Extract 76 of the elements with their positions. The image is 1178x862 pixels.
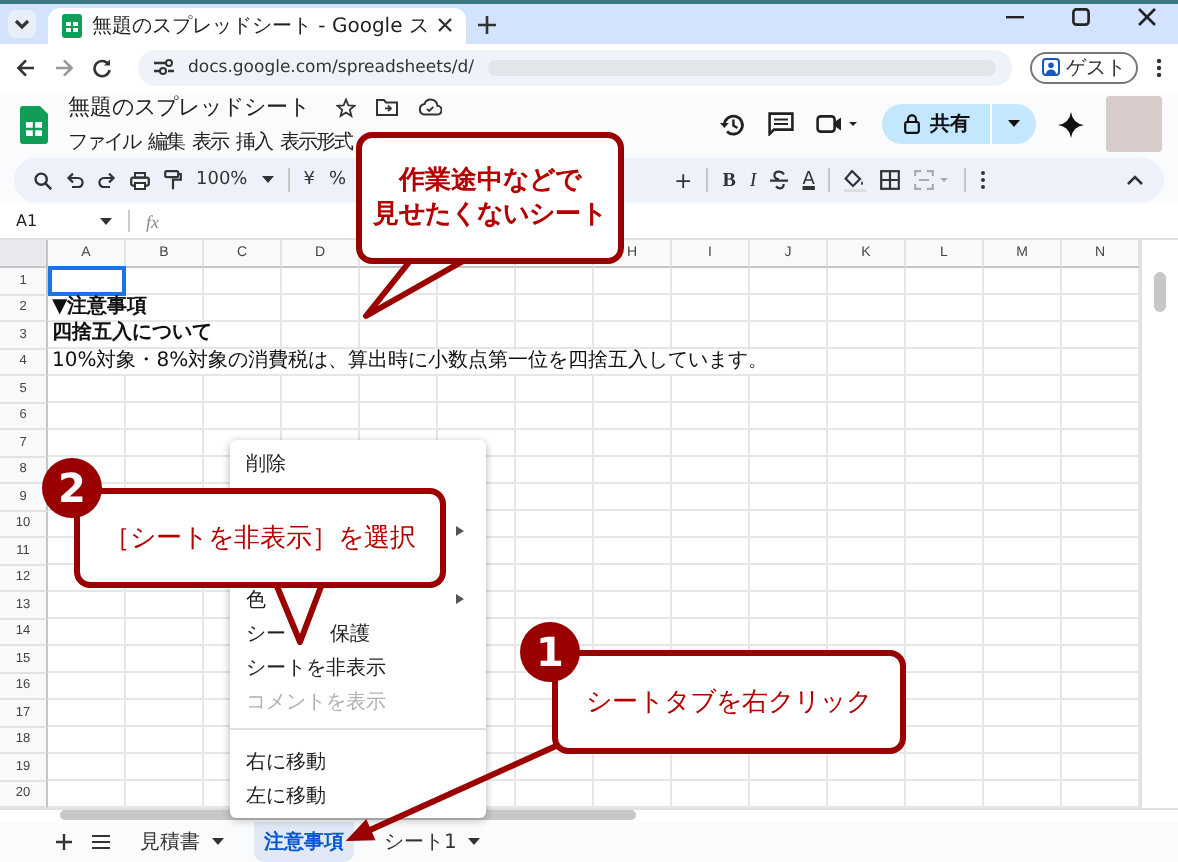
profile-button[interactable]: ゲスト [1030, 51, 1138, 84]
cell-text: ▼注意事項 [52, 295, 148, 320]
menu-item[interactable]: 表示 [192, 128, 228, 157]
folder-icon[interactable] [376, 98, 398, 117]
fill-color-icon[interactable] [844, 169, 867, 192]
menu-item[interactable]: 表示形式 [280, 128, 352, 157]
lock-icon [904, 114, 920, 135]
italic-button[interactable]: I [749, 169, 757, 192]
bold-button[interactable]: B [722, 169, 736, 192]
menu-item[interactable]: 左に移動 [246, 781, 326, 809]
callout-text: ［シートを非表示］を選択 [104, 521, 416, 555]
sheet-tab[interactable]: 見積書 [130, 821, 234, 862]
callout-text: シートタブを右クリック [586, 685, 872, 719]
caret-icon[interactable] [261, 176, 274, 185]
menu-item[interactable]: 保護 [330, 619, 370, 647]
function-label: fx [146, 211, 159, 232]
sheets-icon [62, 13, 82, 38]
strikethrough-icon[interactable] [770, 170, 789, 191]
paint-format-icon[interactable] [164, 170, 182, 191]
borders-icon[interactable] [880, 170, 901, 191]
site-info-icon[interactable] [154, 58, 174, 77]
close-icon[interactable] [1138, 8, 1156, 27]
browser-tab[interactable]: 無題のスプレッドシート - Google ス [48, 7, 467, 44]
selected-cell[interactable] [48, 266, 126, 296]
callout-text: 作業途中などで [399, 164, 581, 198]
menu-item[interactable]: 色 [246, 585, 266, 613]
name-box[interactable]: A1 [16, 212, 84, 231]
more-icon[interactable] [1156, 57, 1162, 78]
menu-item[interactable]: 右に移動 [246, 747, 326, 775]
new-tab-icon[interactable] [478, 15, 497, 34]
comment-icon[interactable] [768, 112, 794, 137]
back-icon[interactable] [16, 57, 36, 78]
add-sheet-icon[interactable] [56, 833, 72, 850]
print-icon[interactable] [130, 171, 150, 190]
reload-icon[interactable] [92, 57, 112, 78]
menu-icon[interactable] [92, 833, 110, 850]
redo-icon[interactable] [98, 172, 116, 189]
sheet-tab[interactable]: 注意事項 [254, 821, 354, 862]
search-icon[interactable] [34, 171, 52, 190]
zoom-dropdown[interactable]: 100% [196, 170, 248, 191]
callout-text: 見せたくないシート [373, 198, 607, 232]
menu-item[interactable]: 編集 [148, 128, 184, 157]
currency-button[interactable]: ¥ [303, 170, 315, 191]
menu-item[interactable]: シー [246, 619, 286, 647]
cloud-icon[interactable] [418, 98, 442, 117]
menu-item[interactable]: 削除 [246, 449, 286, 477]
maximize-icon[interactable] [1072, 8, 1090, 27]
document-title[interactable]: 無題のスプレッドシート [68, 92, 310, 123]
close-icon[interactable] [438, 18, 453, 33]
more-icon[interactable] [980, 170, 987, 191]
history-icon[interactable] [720, 111, 746, 138]
share-button[interactable]: 共有 [882, 104, 1036, 145]
sheet-tab[interactable]: シート1 [374, 821, 491, 862]
minimize-icon[interactable] [1006, 15, 1024, 20]
caret-icon[interactable] [1008, 120, 1020, 129]
collapse-icon[interactable] [1126, 174, 1144, 187]
star-icon[interactable] [336, 97, 356, 118]
person-icon [1042, 58, 1060, 77]
menu-item[interactable]: 挿入 [236, 128, 272, 157]
scrollbar[interactable] [1154, 272, 1166, 313]
text-color-button[interactable]: A [802, 170, 815, 191]
cell-text: 四捨五入について [52, 322, 212, 347]
percent-button[interactable]: % [328, 170, 347, 191]
forward-icon[interactable] [54, 57, 74, 78]
undo-icon[interactable] [66, 172, 84, 189]
menu-item[interactable]: シートを非表示 [246, 653, 386, 681]
merge-cells-icon[interactable] [914, 170, 951, 191]
caret-icon[interactable] [212, 837, 224, 846]
caret-icon[interactable] [100, 217, 112, 226]
sheets-logo-icon[interactable] [20, 105, 48, 144]
video-call-icon[interactable] [816, 114, 860, 135]
sparkle-icon[interactable] [1058, 111, 1084, 138]
caret-icon[interactable] [468, 837, 481, 846]
address-bar[interactable]: docs.google.com/spreadsheets/d/ [138, 49, 1012, 86]
menu-item[interactable]: ファイル [68, 128, 140, 157]
increase-font-size-button[interactable]: + [674, 167, 693, 194]
